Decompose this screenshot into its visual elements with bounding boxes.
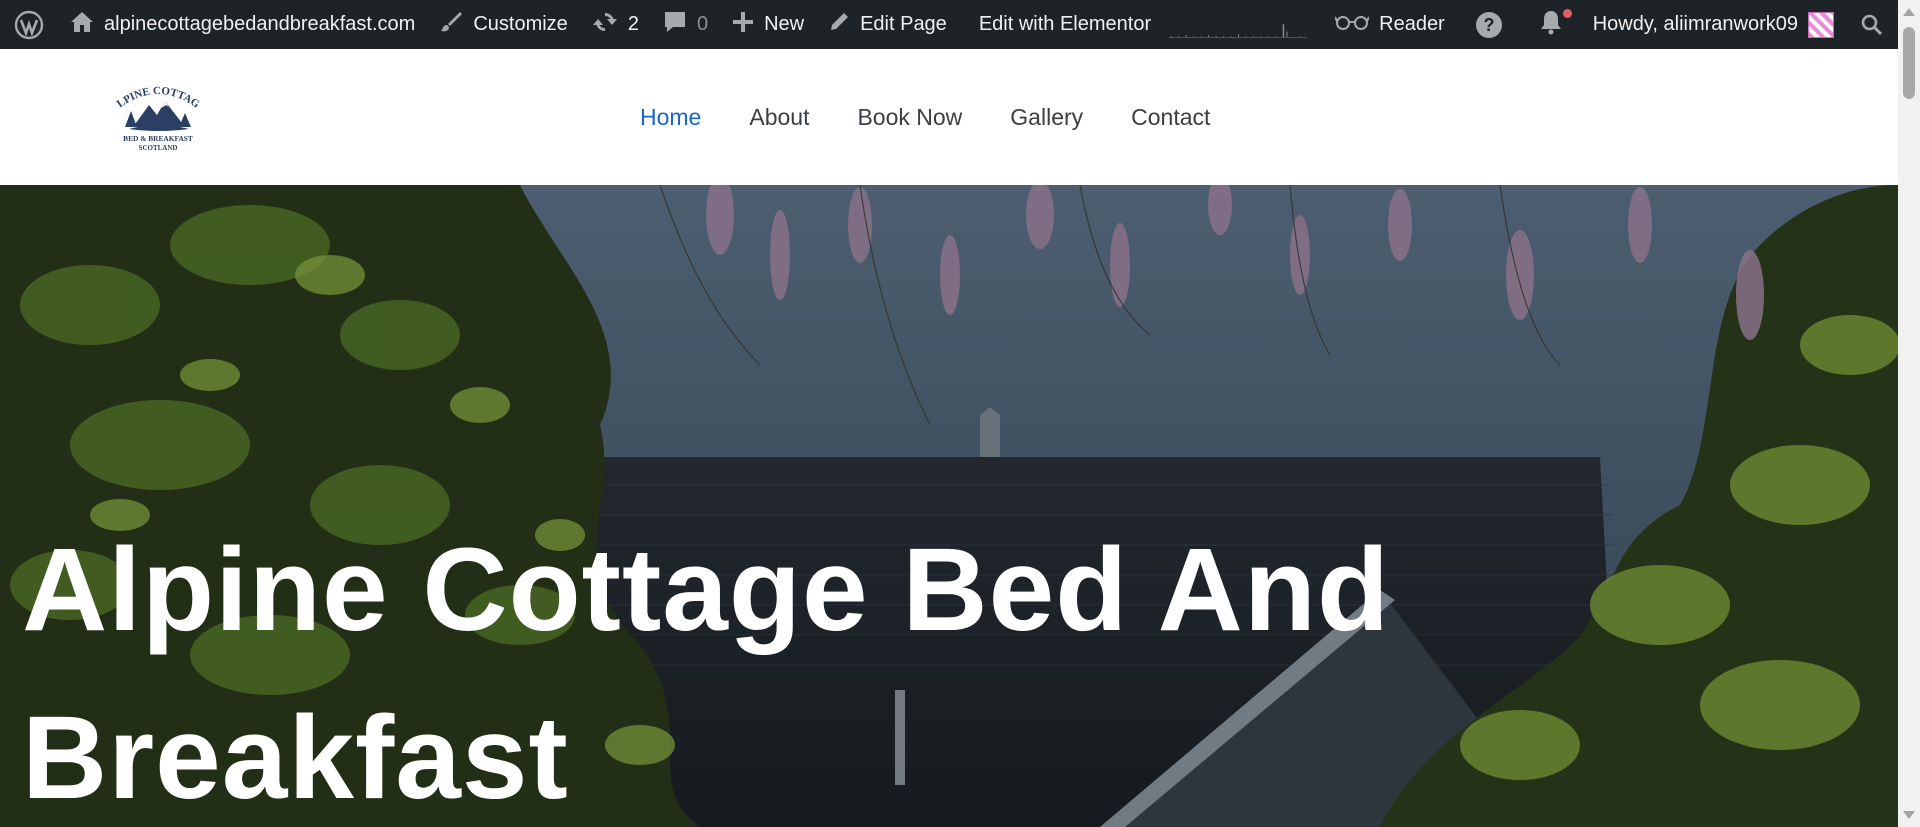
- site-logo[interactable]: ALPINE COTTAGE BED & BREAKFAST SCOTLAND: [115, 83, 201, 155]
- logo-subtitle-text: BED & BREAKFAST: [123, 134, 193, 143]
- reader-link[interactable]: Reader: [1323, 0, 1457, 49]
- scroll-up-arrow[interactable]: [1903, 8, 1915, 16]
- scrollbar-thumb[interactable]: [1903, 27, 1915, 99]
- nav-link-about[interactable]: About: [749, 104, 809, 131]
- pencil-icon: [828, 11, 850, 39]
- howdy-label: Howdy, aliimranwork09: [1592, 13, 1798, 35]
- edit-with-elementor-link[interactable]: Edit with Elementor: [959, 0, 1163, 49]
- nav-link-gallery[interactable]: Gallery: [1010, 104, 1083, 131]
- search-icon[interactable]: [1846, 0, 1898, 49]
- notification-dot: [1562, 9, 1572, 18]
- new-content-link[interactable]: New: [720, 0, 816, 49]
- page-scrollbar[interactable]: [1898, 0, 1920, 827]
- logo-title-text: ALPINE COTTAGE: [115, 83, 201, 111]
- main-navigation: Home About Book Now Gallery Contact: [640, 49, 1210, 185]
- nav-link-home[interactable]: Home: [640, 104, 701, 131]
- hero-title-line-1: Alpine Cottage Bed And: [22, 524, 1391, 656]
- edit-page-label: Edit Page: [860, 13, 947, 35]
- site-name-link[interactable]: alpinecottagebedandbreakfast.com: [58, 0, 427, 49]
- comments-count: 0: [696, 13, 709, 35]
- svg-text:?: ?: [1483, 15, 1494, 35]
- avatar: [1808, 11, 1834, 38]
- hero-section: Alpine Cottage Bed And Breakfast: [0, 185, 1898, 827]
- site-header: ALPINE COTTAGE BED & BREAKFAST SCOTLAND …: [0, 49, 1898, 185]
- comment-icon: [663, 10, 687, 40]
- customize-label: Customize: [473, 13, 568, 35]
- refresh-icon: [592, 10, 618, 40]
- comments-link[interactable]: 0: [651, 0, 720, 49]
- stats-sparkline[interactable]: [1169, 10, 1308, 40]
- nav-link-contact[interactable]: Contact: [1131, 104, 1210, 131]
- plus-icon: [732, 11, 754, 39]
- updates-link[interactable]: 2: [580, 0, 651, 49]
- edit-page-link[interactable]: Edit Page: [816, 0, 959, 49]
- new-label: New: [764, 13, 805, 35]
- logo-country-text: SCOTLAND: [139, 144, 178, 152]
- hero-title: Alpine Cottage Bed And Breakfast: [22, 506, 1422, 827]
- wp-admin-bar: alpinecottagebedandbreakfast.com Customi…: [0, 0, 1898, 49]
- scroll-down-arrow[interactable]: [1903, 811, 1915, 819]
- brush-icon: [439, 10, 463, 40]
- hero-title-line-2: Breakfast: [22, 692, 569, 824]
- updates-count: 2: [627, 13, 639, 35]
- site-name-label: alpinecottagebedandbreakfast.com: [104, 13, 416, 35]
- edit-with-elementor-label: Edit with Elementor: [978, 13, 1152, 35]
- notifications-button[interactable]: [1521, 0, 1581, 49]
- customize-link[interactable]: Customize: [427, 0, 579, 49]
- bell-icon: [1539, 9, 1563, 41]
- help-icon[interactable]: ?: [1457, 0, 1521, 49]
- wordpress-logo-icon[interactable]: [0, 0, 58, 49]
- home-icon: [70, 11, 94, 39]
- my-account-link[interactable]: Howdy, aliimranwork09: [1581, 0, 1846, 49]
- nav-link-book-now[interactable]: Book Now: [857, 104, 962, 131]
- glasses-icon: [1334, 13, 1371, 37]
- reader-label: Reader: [1379, 13, 1445, 35]
